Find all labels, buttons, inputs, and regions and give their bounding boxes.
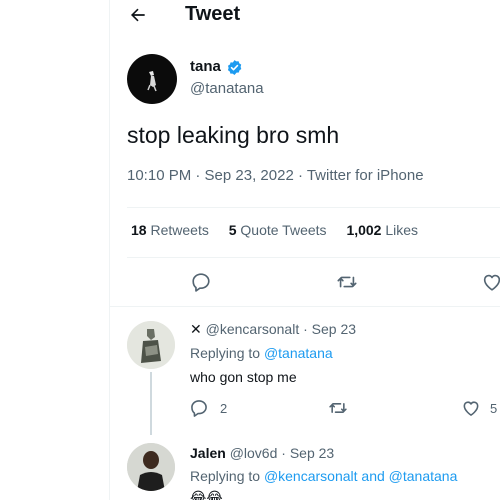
reply-text: 😂😂 <box>190 489 223 500</box>
thread-line <box>150 372 152 435</box>
tweet-text: stop leaking bro smh <box>127 122 340 148</box>
replying-to: Replying to @tanatana <box>190 345 333 361</box>
page-header: Tweet <box>110 0 500 32</box>
author-handle[interactable]: @tanatana <box>190 80 264 97</box>
reply-avatar[interactable] <box>127 321 175 369</box>
reply-avatar[interactable] <box>127 443 175 491</box>
reply-date[interactable]: · Sep 23 <box>303 321 356 337</box>
reply-count: 2 <box>220 401 228 416</box>
likes-stat[interactable]: 1,002 Likes <box>346 222 418 238</box>
like-icon[interactable] <box>461 398 481 418</box>
reply-icon[interactable] <box>190 271 212 293</box>
avatar-figure-icon <box>127 321 175 369</box>
author-name[interactable]: tana <box>190 58 221 75</box>
tweet-detail-page: Tweet tana @tanatana stop leaking bro sm… <box>0 0 500 500</box>
reply-author-name[interactable]: ✕ <box>190 321 202 337</box>
page-title: Tweet <box>185 3 241 25</box>
divider <box>127 257 500 258</box>
like-count: 5 <box>490 401 498 416</box>
reply-author-handle[interactable]: @lov6d <box>230 445 278 461</box>
retweet-icon[interactable] <box>336 271 358 293</box>
reply-author-handle[interactable]: @kencarsonalt <box>206 321 300 337</box>
reply-header: Jalen @lov6d · Sep 23 <box>190 445 334 461</box>
retweet-icon[interactable] <box>328 398 348 418</box>
avatar-figure-icon <box>127 443 175 491</box>
tweet-stats: 18 Retweets 5 Quote Tweets 1,002 Likes <box>131 222 434 238</box>
avatar-figure-icon <box>147 71 157 92</box>
reply-author-name[interactable]: Jalen <box>190 445 226 461</box>
tweet-timestamp[interactable]: 10:10 PM · Sep 23, 2022 · Twitter for iP… <box>127 167 424 184</box>
divider <box>127 207 500 208</box>
retweets-stat[interactable]: 18 Retweets <box>131 222 209 238</box>
arrow-left-icon[interactable] <box>128 5 148 25</box>
sidebar-divider <box>109 0 110 500</box>
reply-icon[interactable] <box>189 398 209 418</box>
mention-link[interactable]: @tanatana <box>264 345 333 361</box>
author-avatar[interactable] <box>127 54 177 104</box>
verified-badge-icon <box>227 60 242 75</box>
divider <box>110 306 500 307</box>
like-icon[interactable] <box>481 271 500 293</box>
reply-date[interactable]: · Sep 23 <box>281 445 334 461</box>
reply-text: who gon stop me <box>190 369 297 385</box>
mention-link[interactable]: @kencarsonalt and @tanatana <box>264 468 457 484</box>
reply-header: ✕ @kencarsonalt · Sep 23 <box>190 321 356 338</box>
quote-tweets-stat[interactable]: 5 Quote Tweets <box>229 222 327 238</box>
replying-to: Replying to @kencarsonalt and @tanatana <box>190 468 458 484</box>
